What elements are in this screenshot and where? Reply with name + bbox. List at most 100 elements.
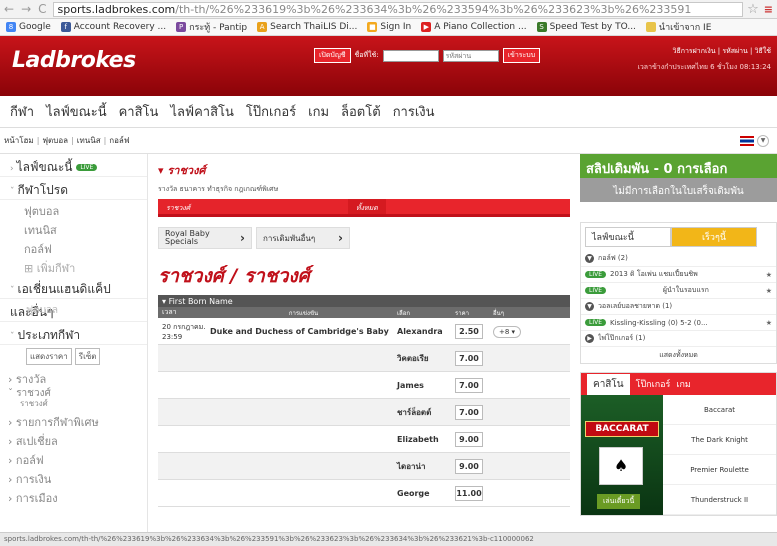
username-input[interactable] bbox=[382, 49, 439, 62]
subnav-home[interactable]: หน้าโฮม bbox=[4, 134, 34, 147]
bookmark-google[interactable]: 8 Google bbox=[6, 22, 51, 32]
bookmark-speedtest[interactable]: S Speed Test by TO... bbox=[536, 22, 636, 32]
menu-icon[interactable]: ≡ bbox=[764, 3, 773, 16]
odds-button[interactable]: 7.00 bbox=[455, 377, 483, 393]
sidebar-popular[interactable]: ˇ กีฬาโปรด bbox=[0, 177, 147, 200]
nav-poker[interactable]: โป๊กเกอร์ bbox=[246, 101, 296, 122]
inplay-golf-event[interactable]: LIVE 2013 ดิ โอเพ่น แชมเปี้ยนชิพ ★ bbox=[581, 267, 776, 283]
game-thunderstruck[interactable]: Thunderstruck II bbox=[663, 485, 776, 515]
sidebar-add-sport[interactable]: ⊞ เพิ่มกีฬา bbox=[0, 257, 147, 276]
sidebar-item-politics[interactable]: › การเมือง bbox=[0, 487, 147, 506]
sidebar-asian-handicap[interactable]: ˇ เอเชี่ยนแฮนดิแค็ป bbox=[0, 276, 147, 299]
sidebar-live-now[interactable]: › ไลฟ์ขณะนี้ LIVE bbox=[0, 154, 147, 177]
header-links[interactable]: วิธีการฝากเงิน | รหัสผ่าน | วิธีใช้ bbox=[673, 46, 771, 57]
language-selector[interactable]: ▼ bbox=[740, 135, 769, 147]
ladbrokes-logo[interactable]: Ladbrokes bbox=[12, 48, 136, 73]
nav-games[interactable]: เกม bbox=[308, 101, 329, 122]
subnav-golf[interactable]: กอล์ฟ bbox=[109, 134, 129, 147]
inplay-volleyball-event[interactable]: LIVE Kissling-Kissling (0) 5-2 (0... ★ bbox=[581, 315, 776, 331]
reload-icon[interactable]: C bbox=[38, 2, 46, 16]
odds-button[interactable]: 2.50 bbox=[455, 323, 483, 339]
nav-casino[interactable]: คาสิโน bbox=[119, 101, 159, 122]
reset-button[interactable]: รีเซ็ต bbox=[74, 348, 101, 365]
sidebar-item-golf2[interactable]: › กอล์ฟ bbox=[0, 449, 147, 468]
bookmark-account-recovery[interactable]: f Account Recovery ... bbox=[60, 22, 166, 32]
password-input[interactable]: รหัสผ่าน bbox=[442, 49, 499, 62]
subnav-football[interactable]: ฟุตบอล bbox=[42, 134, 68, 147]
folder-icon bbox=[645, 22, 656, 32]
subnav-tennis[interactable]: เทนนิส bbox=[77, 134, 101, 147]
market-header[interactable]: ▾ First Born Name bbox=[158, 295, 570, 307]
main-nav: กีฬา ไลฟ์ขณะนี้ คาสิโน ไลฟ์คาสิโน โป๊กเก… bbox=[0, 96, 777, 128]
bookmark-sign-in[interactable]: ■ Sign In bbox=[367, 22, 411, 32]
inplay-golf-event2[interactable]: LIVE ผู้นำในรอบแรก ★ bbox=[581, 283, 776, 299]
category-links[interactable]: รางวัล ธนาคาร ทำธุรกิจ กฎเกณฑ์พิเศษ bbox=[154, 182, 574, 197]
site-header: Ladbrokes เปิดบัญชี ชื่อที่ใช้: รหัสผ่าน… bbox=[0, 36, 777, 96]
sidebar-item-awards[interactable]: › รางวัล bbox=[0, 368, 147, 387]
youtube-icon: ▶ bbox=[421, 22, 432, 32]
bookmark-piano[interactable]: ▶ A Piano Collection ... bbox=[421, 22, 527, 32]
chevron-right-icon: › bbox=[10, 164, 14, 174]
star-icon[interactable]: ★ bbox=[766, 319, 772, 327]
event-name[interactable]: Duke and Duchess of Cambridge's Baby bbox=[210, 327, 397, 336]
tab-upcoming[interactable]: เร็วๆนี้ bbox=[671, 227, 757, 247]
tab-games[interactable]: เกม bbox=[676, 377, 690, 391]
game-premier-roulette[interactable]: Premier Roulette bbox=[663, 455, 776, 485]
play-now-button[interactable]: เล่นเดี๋ยวนี้ bbox=[597, 494, 641, 509]
login-button[interactable]: เข้าระบบ bbox=[502, 48, 541, 63]
bookmark-folder-ie[interactable]: นำเข้าจาก IE bbox=[645, 20, 711, 34]
sub-nav: หน้าโฮม | ฟุตบอล | เทนนิส | กอล์ฟ ▼ bbox=[0, 128, 777, 154]
sidebar-item-royal[interactable]: ˇ ราชวงศ์ ราชวงศ์ bbox=[0, 387, 147, 411]
sidebar-item-tennis[interactable]: เทนนิส bbox=[0, 219, 147, 238]
baccarat-banner[interactable]: BACCARAT ♠ เล่นเดี๋ยวนี้ bbox=[581, 395, 663, 515]
show-all-link[interactable]: แสดงทั้งหมด bbox=[581, 347, 776, 363]
nav-finance[interactable]: การเงิน bbox=[393, 101, 435, 122]
sidebar-item-royal-sub[interactable]: ราชวงศ์ bbox=[8, 399, 48, 408]
sidebar-sport-type[interactable]: ˇ ประเภทกีฬา bbox=[0, 322, 147, 345]
table-row: James 7.00 bbox=[158, 372, 570, 399]
login-form: เปิดบัญชี ชื่อที่ใช้: รหัสผ่าน เข้าระบบ bbox=[314, 48, 541, 63]
sidebar-item-finance[interactable]: › การเงิน bbox=[0, 468, 147, 487]
tab-live-now[interactable]: ไลฟ์ขณะนี้ bbox=[585, 227, 671, 247]
tab-all[interactable]: ทั้งหมด bbox=[348, 199, 386, 214]
windows-icon: ■ bbox=[367, 22, 378, 32]
game-baccarat[interactable]: Baccarat bbox=[663, 395, 776, 425]
nav-live-casino[interactable]: ไลฟ์คาสิโน bbox=[170, 101, 234, 122]
odds-button[interactable]: 11.00 bbox=[455, 485, 483, 501]
other-bets-link[interactable]: การเดิมพันอื่นๆ › bbox=[256, 227, 350, 249]
sidebar-all-sports[interactable]: และอื่นๆ ฟุตบอล bbox=[0, 299, 147, 322]
back-icon[interactable]: ← bbox=[4, 2, 14, 16]
inplay-volleyball[interactable]: ▼ วอลเลย์บอลชายหาด (1) bbox=[581, 299, 776, 315]
bookmark-star-icon[interactable]: ☆ bbox=[747, 2, 759, 17]
nav-lotto[interactable]: ล็อตโต้ bbox=[341, 101, 381, 122]
star-icon[interactable]: ★ bbox=[766, 271, 772, 279]
odds-button[interactable]: 9.00 bbox=[455, 458, 483, 474]
show-price-button[interactable]: แสดงราคา bbox=[26, 348, 72, 365]
inplay-darts[interactable]: ▶ ไพ่โป๊กเกอร์ (1) bbox=[581, 331, 776, 347]
breadcrumb[interactable]: ▾ ราชวงศ์ bbox=[154, 154, 574, 182]
star-icon[interactable]: ★ bbox=[766, 287, 772, 295]
inplay-golf[interactable]: ▼ กอล์ฟ (2) bbox=[581, 251, 776, 267]
sidebar-item-golf[interactable]: กอล์ฟ bbox=[0, 238, 147, 257]
tab-royal[interactable]: ราชวงศ์ bbox=[158, 199, 348, 214]
bookmark-pantip[interactable]: P กระทู้ - Pantip bbox=[176, 20, 247, 34]
odds-button[interactable]: 9.00 bbox=[455, 431, 483, 447]
odds-button[interactable]: 7.00 bbox=[455, 404, 483, 420]
forward-icon[interactable]: → bbox=[21, 2, 31, 16]
bookmark-thailis[interactable]: A Search ThaiLIS Di... bbox=[257, 22, 357, 32]
game-dark-knight[interactable]: The Dark Knight bbox=[663, 425, 776, 455]
speedtest-icon: S bbox=[536, 22, 547, 32]
chevron-down-icon: ▼ bbox=[585, 254, 594, 263]
open-account-button[interactable]: เปิดบัญชี bbox=[314, 48, 351, 63]
nav-live-now[interactable]: ไลฟ์ขณะนี้ bbox=[46, 101, 107, 122]
odds-button[interactable]: 7.00 bbox=[455, 350, 483, 366]
tab-casino[interactable]: คาสิโน bbox=[587, 373, 630, 395]
more-markets-button[interactable]: +8 ▾ bbox=[493, 325, 522, 338]
sidebar-item-specials[interactable]: › รายการกีฬาพิเศษ bbox=[0, 411, 147, 430]
royal-baby-specials-link[interactable]: Royal Baby Specials › bbox=[158, 227, 252, 249]
sidebar-item-special[interactable]: › สเปเชี่ยล bbox=[0, 430, 147, 449]
sidebar-item-football[interactable]: ฟุตบอล bbox=[0, 200, 147, 219]
tab-poker[interactable]: โป๊กเกอร์ bbox=[636, 377, 671, 391]
nav-sports[interactable]: กีฬา bbox=[10, 101, 34, 122]
address-bar[interactable]: sports.ladbrokes.com /th-th/%26%233619%3… bbox=[52, 1, 744, 17]
